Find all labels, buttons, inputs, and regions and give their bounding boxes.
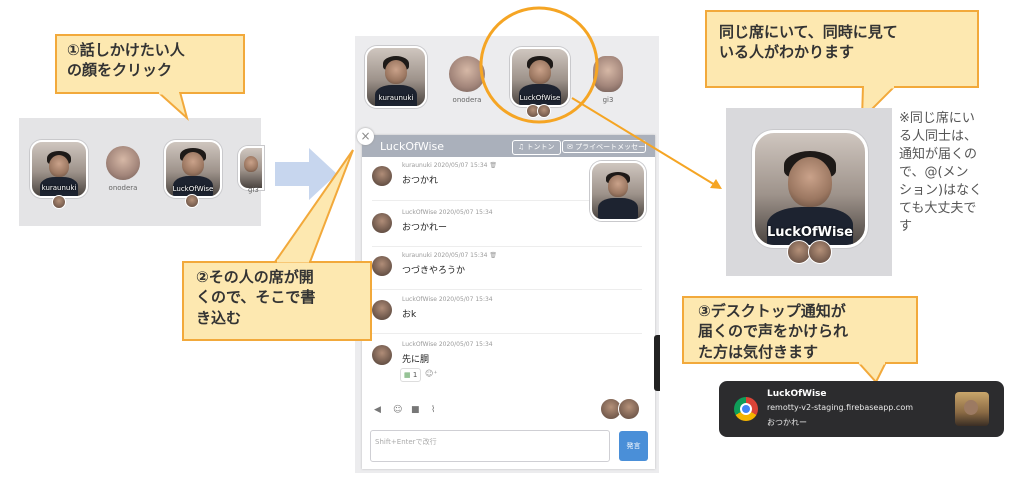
note-line: 通知が届くの <box>899 147 978 162</box>
message-item: kuraunuki 2020/05/07 15:34 🗑 つづきやろうか <box>372 252 642 288</box>
left-user-onodera[interactable]: onodera <box>100 146 146 192</box>
message-text: つづきやろうか <box>402 266 466 276</box>
notification-body: おつかれー <box>767 418 807 427</box>
avatar <box>372 256 392 276</box>
message-text: おつかれー <box>402 223 448 233</box>
callout-text: くので、そこで書 <box>196 288 316 307</box>
chrome-icon <box>734 397 758 421</box>
input-placeholder: Shift+Enterで改行 <box>375 438 437 446</box>
callout-text: 届くので声をかけられ <box>698 322 849 341</box>
message-text: 先に胴 <box>402 355 430 365</box>
callout-seat: 同じ席にいて、同時に見て いる人がわかります <box>705 10 979 88</box>
message-text: おつかれ <box>402 176 439 186</box>
user-name: kuraunuki <box>378 94 414 102</box>
callout-step2-pointer <box>273 149 354 263</box>
message-meta: LuckOfWise 2020/05/07 15:34 <box>402 341 493 348</box>
chat-title: LuckOfWise <box>380 140 445 153</box>
close-button[interactable]: × <box>357 128 374 145</box>
seat-zoom-tile[interactable]: LuckOfWise <box>752 130 868 248</box>
avatar <box>372 166 392 186</box>
note-line: で、@(メン <box>899 165 969 180</box>
reaction-count: 1 <box>412 371 418 379</box>
megaphone-icon[interactable]: ◀ <box>374 405 381 415</box>
desktop-notification[interactable]: LuckOfWise remotty-v2-staging.firebaseap… <box>719 381 1004 437</box>
scroll-handle[interactable] <box>654 335 660 391</box>
user-name: kuraunuki <box>41 184 77 192</box>
message-input[interactable]: Shift+Enterで改行 <box>370 430 610 462</box>
note-line: ※同じ席にい <box>899 111 975 126</box>
presence-avatar <box>52 195 66 209</box>
connector-arrow <box>571 97 722 189</box>
message-item: LuckOfWise 2020/05/07 15:34 おk <box>372 296 642 332</box>
note-line: ション)はなく <box>899 183 983 198</box>
avatar <box>372 345 392 365</box>
callout-text: ①話しかけたい人 <box>67 41 185 59</box>
presence-avatar <box>618 398 640 420</box>
reaction-badge[interactable]: ▦ 1 <box>400 368 422 382</box>
user-name: LuckOfWise <box>172 185 214 193</box>
presence-avatar <box>808 240 832 264</box>
message-text: おk <box>402 310 417 320</box>
reaction-icon: ▦ <box>404 371 411 379</box>
top-user-tile-kuraunuki[interactable]: kuraunuki <box>365 46 427 108</box>
divider <box>372 246 642 247</box>
close-icon: × <box>360 129 371 143</box>
notification-domain: remotty-v2-staging.firebaseapp.com <box>767 403 914 412</box>
video-icon[interactable]: ■ <box>411 405 420 415</box>
notification-thumbnail <box>955 392 989 426</box>
left-user-tile-luckofwise[interactable]: LuckOfWise <box>164 140 222 198</box>
user-name: LuckOfWise <box>767 225 853 240</box>
tontoon-button[interactable]: ♫ トントン <box>512 140 561 155</box>
notification-title: LuckOfWise <box>767 389 827 399</box>
presence-avatar <box>185 194 199 208</box>
user-name: onodera <box>108 184 138 192</box>
tontoon-label: トントン <box>526 143 555 151</box>
note-line: る人同士は、 <box>899 129 978 144</box>
callout-text: 同じ席にいて、同時に見て <box>719 23 898 41</box>
divider <box>372 333 642 334</box>
callout-text: の顔をクリック <box>67 61 173 80</box>
emoji-icon[interactable]: ☺ <box>393 405 402 415</box>
note-text: ※同じ席にい る人同士は、 通知が届くの で、@(メン ション)はなく ても大丈… <box>899 110 1015 236</box>
callout-step1-pointer <box>156 92 189 121</box>
bell-icon: ♫ <box>518 143 525 151</box>
note-line: す <box>899 219 913 234</box>
callout-text: ②その人の席が開 <box>196 268 314 286</box>
divider <box>372 289 642 290</box>
callout-text: いる人がわかります <box>719 43 855 62</box>
send-label: 発言 <box>626 442 641 450</box>
avatar <box>372 213 392 233</box>
message-meta: LuckOfWise 2020/05/07 15:34 <box>402 296 493 303</box>
callout-text: き込む <box>196 308 242 327</box>
note-line: ても大丈夫で <box>899 201 977 216</box>
message-meta: kuraunuki 2020/05/07 15:34 🗑 <box>402 162 497 169</box>
callout-step3: ③デスクトップ通知が 届くので声をかけられ た方は気付きます <box>682 296 918 364</box>
avatar <box>372 300 392 320</box>
attachment-icon[interactable]: ⌇ <box>431 405 435 415</box>
callout-text: た方は気付きます <box>698 342 819 361</box>
callout-text: ③デスクトップ通知が <box>698 302 846 320</box>
callout-step2: ②その人の席が開 くので、そこで書 き込む <box>182 261 372 341</box>
send-button[interactable]: 発言 <box>619 431 648 461</box>
message-meta: kuraunuki 2020/05/07 15:34 🗑 <box>402 252 497 259</box>
left-user-tile-kuraunuki[interactable]: kuraunuki <box>30 140 88 198</box>
callout-step1: ①話しかけたい人 の顔をクリック <box>55 34 245 94</box>
message-meta: LuckOfWise 2020/05/07 15:34 <box>402 209 493 216</box>
add-reaction-icon[interactable]: ☺⁺ <box>425 369 438 378</box>
